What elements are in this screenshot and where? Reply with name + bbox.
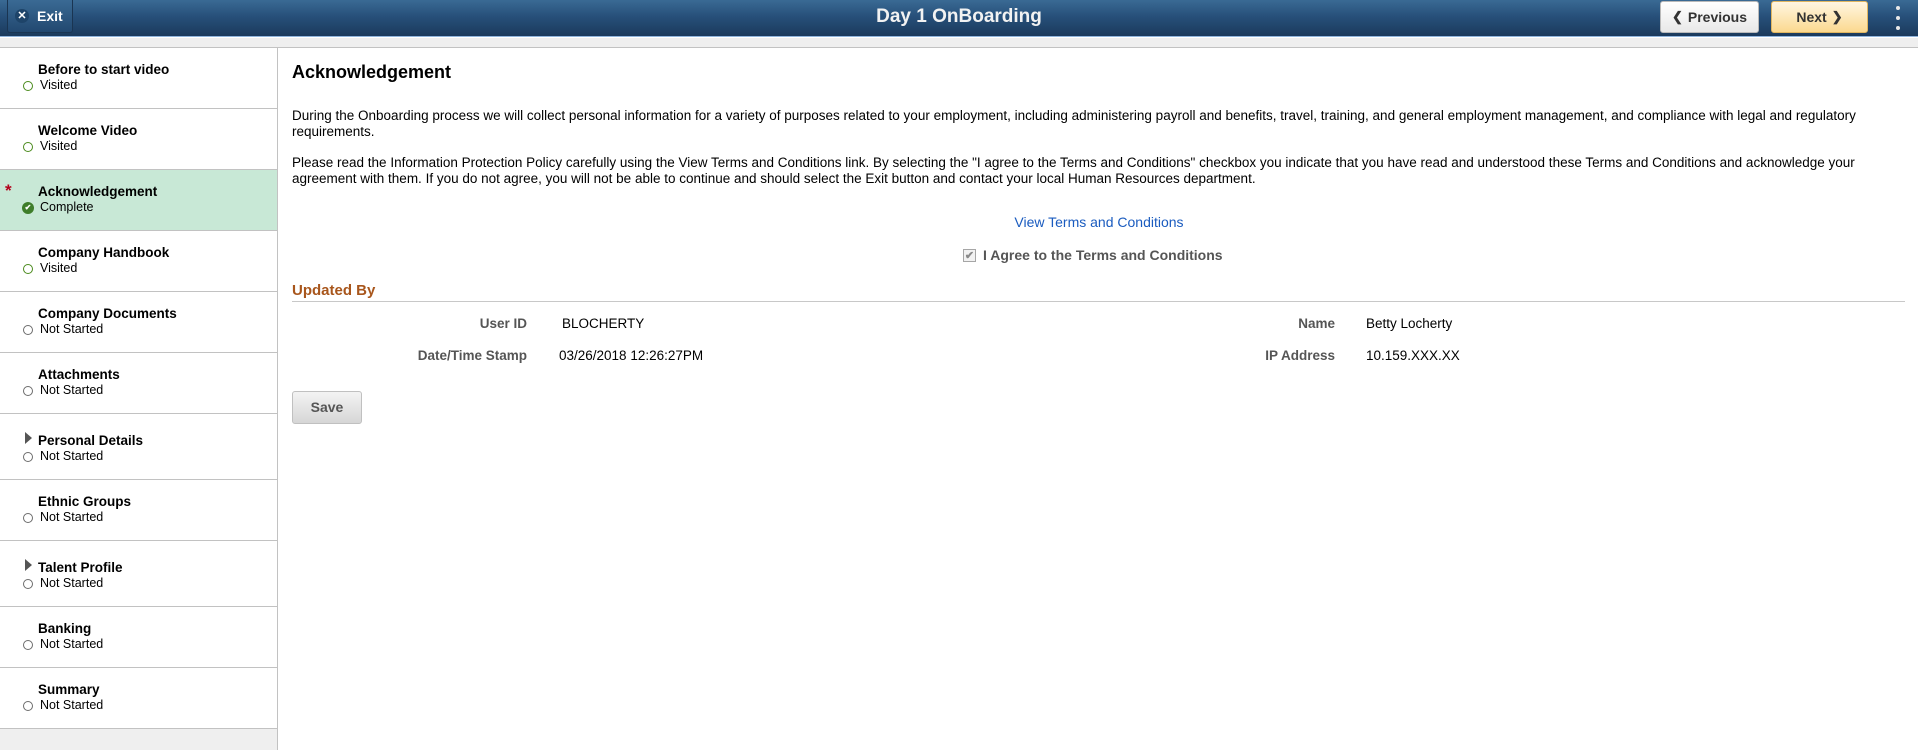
sidebar-item-title: Attachments bbox=[38, 367, 120, 382]
sidebar-item-before-to-start-video[interactable]: Before to start video Visited bbox=[0, 48, 277, 109]
top-header-bar: Day 1 OnBoarding ✕ Exit ❮ Previous Next … bbox=[0, 0, 1918, 37]
sidebar-item-status: Not Started bbox=[40, 449, 104, 463]
step-navigation-sidebar: Before to start video Visited Welcome Vide… bbox=[0, 48, 278, 750]
sidebar-item-status: Not Started bbox=[40, 698, 104, 712]
name-label: Name bbox=[1298, 316, 1335, 331]
visited-circle-icon bbox=[23, 264, 33, 274]
user-id-value: BLOCHERTY bbox=[562, 316, 645, 331]
not-started-circle-icon bbox=[23, 640, 33, 650]
name-value: Betty Locherty bbox=[1366, 316, 1453, 331]
page-title: Acknowledgement bbox=[292, 62, 452, 82]
view-terms-link[interactable]: View Terms and Conditions bbox=[279, 214, 1918, 230]
sidebar-item-talent-profile[interactable]: Talent Profile Not Started bbox=[0, 541, 277, 607]
chevron-left-icon: ❮ bbox=[1671, 9, 1683, 24]
not-started-circle-icon bbox=[23, 513, 33, 523]
sidebar-item-title: Ethnic Groups bbox=[38, 494, 132, 509]
expand-triangle-icon[interactable] bbox=[25, 432, 32, 444]
sidebar-item-title: Personal Details bbox=[38, 433, 144, 448]
close-icon: ✕ bbox=[15, 9, 29, 23]
sidebar-item-title: Company Handbook bbox=[38, 245, 170, 260]
visited-circle-icon bbox=[23, 81, 33, 91]
not-started-circle-icon bbox=[23, 579, 33, 589]
sidebar-item-title: Talent Profile bbox=[38, 560, 123, 575]
intro-paragraph: During the Onboarding process we will co… bbox=[292, 108, 1856, 139]
updated-by-section-header: Updated By bbox=[292, 282, 1905, 302]
sidebar-item-status: Not Started bbox=[40, 576, 104, 590]
exit-button[interactable]: ✕ Exit bbox=[7, 0, 73, 33]
sidebar-item-banking[interactable]: Banking Not Started bbox=[0, 607, 277, 668]
not-started-circle-icon bbox=[23, 386, 33, 396]
sidebar-item-title: Acknowledgement bbox=[38, 184, 158, 199]
not-started-circle-icon bbox=[23, 452, 33, 462]
sidebar-item-status: Visited bbox=[40, 261, 78, 275]
next-label: Next bbox=[1796, 9, 1827, 25]
not-started-circle-icon bbox=[23, 701, 33, 711]
sidebar-item-title: Welcome Video bbox=[38, 123, 138, 138]
agree-checkbox[interactable]: ✔ bbox=[963, 248, 976, 262]
previous-button[interactable]: ❮ Previous bbox=[1660, 1, 1759, 33]
dot bbox=[1896, 6, 1900, 10]
ip-address-value: 10.159.XXX.XX bbox=[1366, 348, 1460, 363]
dot bbox=[1896, 26, 1900, 30]
sidebar-item-status: Not Started bbox=[40, 510, 104, 524]
sidebar-item-status: Not Started bbox=[40, 637, 104, 651]
sidebar-item-title: Company Documents bbox=[38, 306, 177, 321]
sidebar-item-personal-details[interactable]: Personal Details Not Started bbox=[0, 414, 277, 480]
expand-triangle-icon[interactable] bbox=[25, 559, 32, 571]
exit-label: Exit bbox=[37, 8, 63, 24]
sidebar-item-title: Banking bbox=[38, 621, 92, 636]
chevron-right-icon: ❯ bbox=[1831, 9, 1843, 24]
sidebar-item-attachments[interactable]: Attachments Not Started bbox=[0, 353, 277, 414]
sidebar-item-acknowledgement[interactable]: * Acknowledgement ✔ Complete bbox=[0, 170, 277, 231]
user-id-label: User ID bbox=[479, 316, 527, 331]
required-icon: * bbox=[5, 181, 12, 200]
ip-address-label: IP Address bbox=[1265, 348, 1335, 363]
sidebar-item-status: Visited bbox=[40, 78, 78, 92]
policy-paragraph: Please read the Information Protection P… bbox=[292, 155, 1855, 186]
main-content: Acknowledgement During the Onboarding pr… bbox=[279, 48, 1918, 750]
page-header-title: Day 1 OnBoarding bbox=[876, 6, 1042, 27]
next-button[interactable]: Next ❯ bbox=[1771, 1, 1868, 33]
sub-header-bar bbox=[0, 38, 1918, 48]
sidebar-item-company-handbook[interactable]: Company Handbook Visited bbox=[0, 231, 277, 292]
more-options-icon[interactable] bbox=[1892, 6, 1904, 30]
sidebar-item-status: Not Started bbox=[40, 383, 104, 397]
dot bbox=[1896, 16, 1900, 20]
sidebar-item-status: Not Started bbox=[40, 322, 104, 336]
previous-label: Previous bbox=[1687, 9, 1748, 25]
not-started-circle-icon bbox=[23, 325, 33, 335]
visited-circle-icon bbox=[23, 142, 33, 152]
timestamp-label: Date/Time Stamp bbox=[417, 348, 527, 363]
sidebar-item-title: Before to start video bbox=[38, 62, 170, 77]
agree-label: I Agree to the Terms and Conditions bbox=[983, 247, 1223, 263]
complete-check-icon: ✔ bbox=[22, 202, 34, 214]
sidebar-item-title: Summary bbox=[38, 682, 100, 697]
agree-checkbox-row[interactable]: ✔ I Agree to the Terms and Conditions bbox=[963, 247, 1223, 263]
save-button[interactable]: Save bbox=[292, 391, 362, 424]
sidebar-item-ethnic-groups[interactable]: Ethnic Groups Not Started bbox=[0, 480, 277, 541]
timestamp-value: 03/26/2018 12:26:27PM bbox=[559, 348, 704, 363]
sidebar-item-company-documents[interactable]: Company Documents Not Started bbox=[0, 292, 277, 353]
sidebar-item-status: Visited bbox=[40, 139, 78, 153]
sidebar-item-summary[interactable]: Summary Not Started bbox=[0, 668, 277, 729]
sidebar-item-welcome-video[interactable]: Welcome Video Visited bbox=[0, 109, 277, 170]
sidebar-item-status: Complete bbox=[40, 200, 94, 214]
